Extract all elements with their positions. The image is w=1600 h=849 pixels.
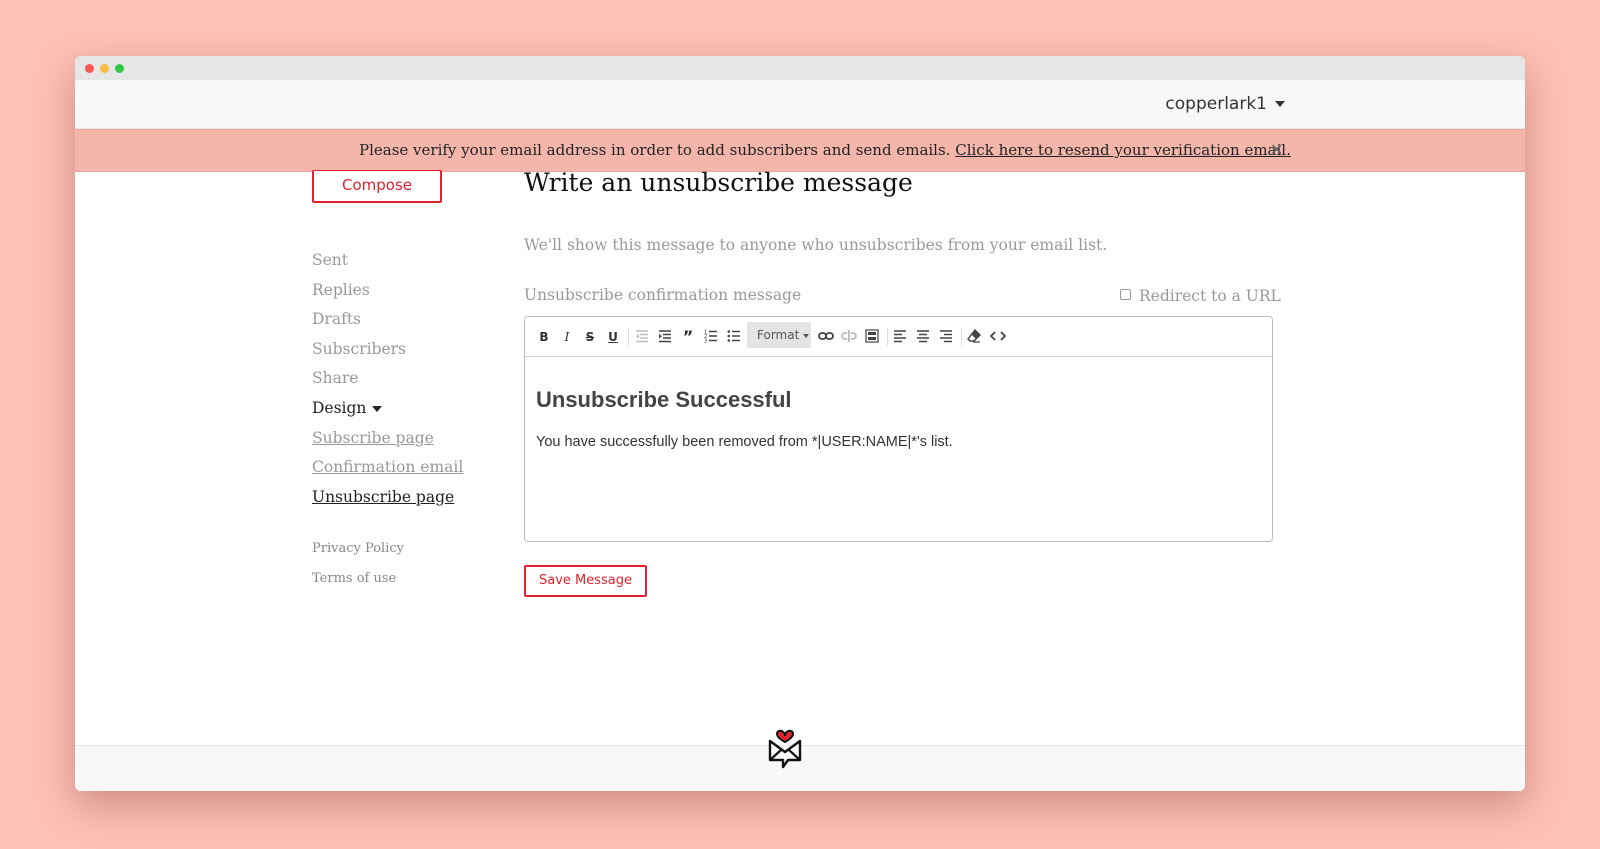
toolbar-divider	[628, 328, 629, 346]
close-icon[interactable]: ✕	[1270, 140, 1283, 159]
format-label: Format	[757, 328, 800, 342]
link-icon[interactable]	[817, 328, 835, 346]
sidebar-item-label: Design	[312, 398, 367, 417]
sidebar-item-confirmation-email[interactable]: Confirmation email	[312, 453, 463, 483]
top-navbar: copperlark1	[75, 80, 1525, 129]
bold-button[interactable]: B	[535, 328, 553, 346]
app-window: copperlark1 Please verify your email add…	[75, 56, 1525, 791]
toolbar-divider	[961, 328, 962, 346]
title-bar	[75, 56, 1525, 80]
align-right-icon[interactable]	[937, 328, 955, 346]
rich-text-editor: B I S U ” 123 Format Unsubscribe Success…	[524, 316, 1273, 542]
banner-message: Please verify your email address in orde…	[359, 141, 951, 159]
outdent-icon[interactable]	[633, 328, 651, 346]
svg-text:3: 3	[704, 339, 707, 344]
indent-icon[interactable]	[656, 328, 674, 346]
sidebar-nav: Sent Replies Drafts Subscribers Share De…	[312, 246, 463, 512]
underline-button[interactable]: U	[604, 328, 622, 346]
sidebar-item-subscribe-page[interactable]: Subscribe page	[312, 424, 463, 454]
horizontal-rule-icon[interactable]	[863, 328, 881, 346]
verification-banner: Please verify your email address in orde…	[75, 129, 1525, 172]
field-label: Unsubscribe confirmation message	[524, 286, 802, 304]
bullet-list-icon[interactable]	[725, 328, 743, 346]
redirect-checkbox[interactable]: Redirect to a URL	[1120, 287, 1281, 305]
window-minimize-button[interactable]	[100, 64, 109, 73]
ordered-list-icon[interactable]: 123	[702, 328, 720, 346]
terms-of-use-link[interactable]: Terms of use	[312, 564, 404, 594]
privacy-policy-link[interactable]: Privacy Policy	[312, 534, 404, 564]
align-left-icon[interactable]	[891, 328, 909, 346]
caret-down-icon	[803, 333, 810, 338]
code-view-icon[interactable]	[988, 328, 1008, 346]
align-center-icon[interactable]	[914, 328, 932, 346]
checkbox-icon	[1120, 289, 1131, 300]
sidebar-footer-links: Privacy Policy Terms of use	[312, 534, 404, 594]
italic-button[interactable]: I	[558, 328, 576, 346]
page-title: Write an unsubscribe message	[524, 168, 913, 197]
blockquote-icon[interactable]: ”	[679, 328, 697, 346]
page-description: We'll show this message to anyone who un…	[524, 236, 1108, 254]
unlink-icon[interactable]	[840, 328, 858, 346]
editor-toolbar: B I S U ” 123 Format	[525, 317, 1272, 357]
caret-down-icon	[372, 405, 383, 412]
sidebar-item-subscribers[interactable]: Subscribers	[312, 335, 463, 365]
user-menu[interactable]: copperlark1	[1165, 94, 1285, 114]
sidebar-item-drafts[interactable]: Drafts	[312, 305, 463, 335]
editor-body: You have successfully been removed from …	[536, 434, 953, 450]
sidebar-item-share[interactable]: Share	[312, 364, 463, 394]
sidebar-item-sent[interactable]: Sent	[312, 246, 463, 276]
chevron-down-icon	[1275, 101, 1285, 107]
toolbar-divider	[887, 328, 888, 346]
editor-heading: Unsubscribe Successful	[536, 387, 792, 412]
strikethrough-button[interactable]: S	[581, 328, 599, 346]
sidebar-item-unsubscribe-page[interactable]: Unsubscribe page	[312, 483, 463, 513]
window-maximize-button[interactable]	[115, 64, 124, 73]
format-dropdown[interactable]: Format	[747, 322, 811, 348]
username: copperlark1	[1165, 94, 1267, 114]
save-message-button[interactable]: Save Message	[524, 565, 647, 597]
editor-content[interactable]: Unsubscribe Successful You have successf…	[525, 357, 1272, 450]
sidebar-item-design[interactable]: Design	[312, 394, 463, 424]
sidebar-item-replies[interactable]: Replies	[312, 276, 463, 306]
resend-verification-link[interactable]: Click here to resend your verification e…	[955, 141, 1291, 159]
banner-message-row: Please verify your email address in orde…	[359, 141, 1291, 159]
compose-button[interactable]: Compose	[312, 170, 442, 203]
heart-envelope-logo-icon[interactable]	[766, 723, 804, 769]
redirect-label: Redirect to a URL	[1139, 287, 1281, 305]
window-close-button[interactable]	[85, 64, 94, 73]
eraser-icon[interactable]	[965, 328, 983, 346]
